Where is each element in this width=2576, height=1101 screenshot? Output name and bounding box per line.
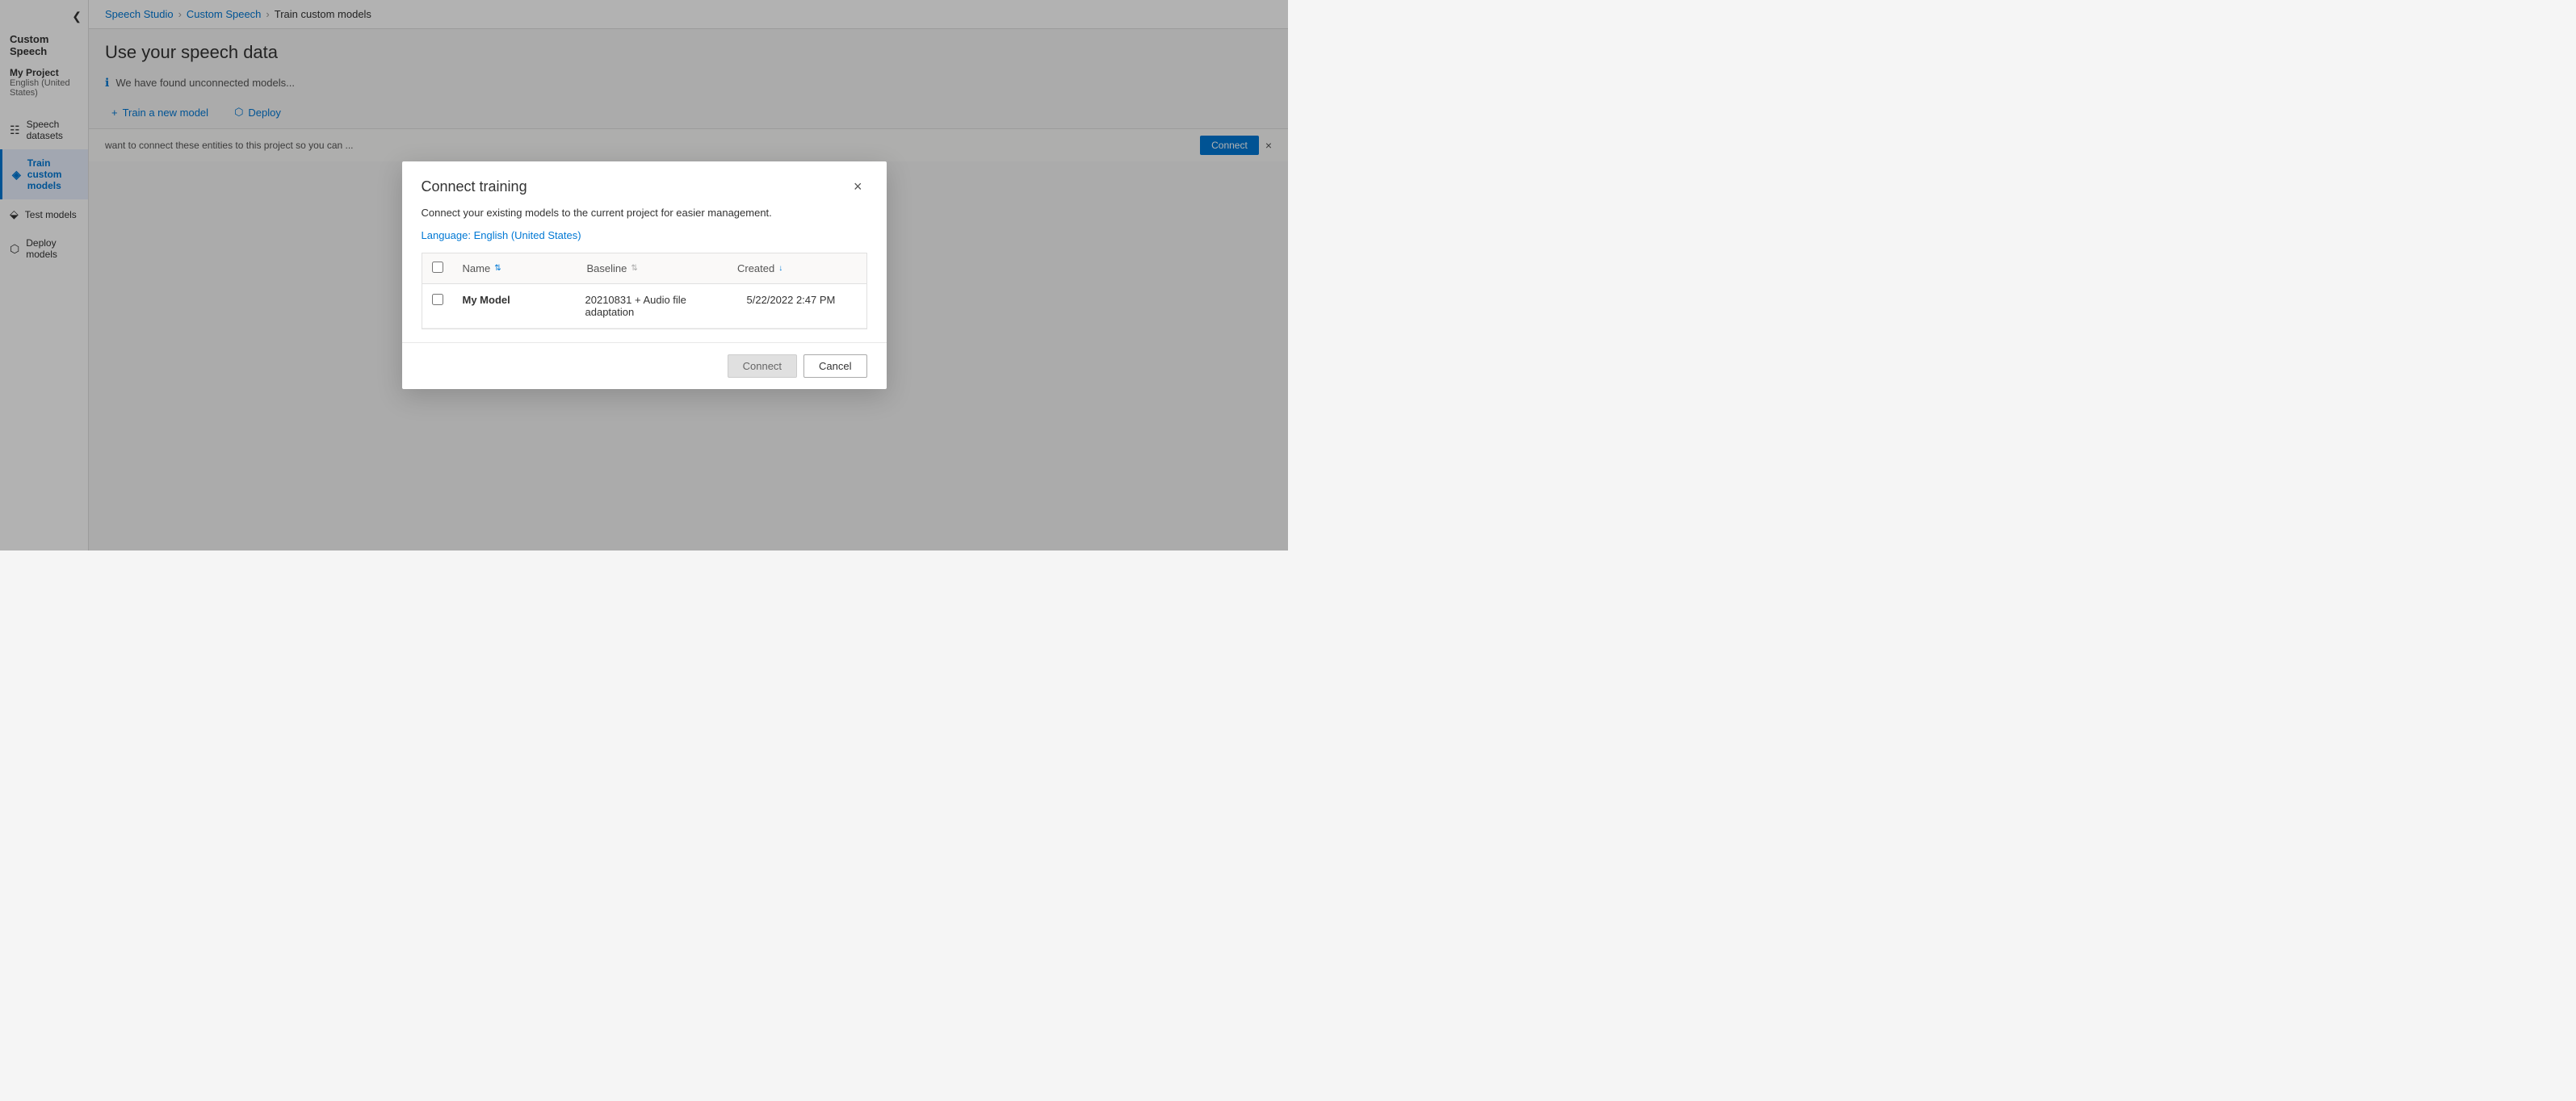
select-all-col [422,253,453,284]
modal-close-btn[interactable]: × [849,178,867,195]
baseline-col-header: Baseline ⇅ [577,253,728,284]
modal-language: Language: English (United States) [422,229,867,241]
language-value: English (United States) [474,229,581,241]
row-created-col: 5/22/2022 2:47 PM [737,284,866,329]
model-baseline: 20210831 + Audio file adaptation [585,294,686,318]
modal-footer: Connect Cancel [402,342,887,389]
modal-table: Name ⇅ Baseline ⇅ [422,253,866,284]
model-name: My Model [463,294,510,306]
modal-header: Connect training × [402,161,887,205]
baseline-sort-icon[interactable]: ⇅ [631,264,637,273]
select-all-checkbox[interactable] [432,262,443,273]
modal-table-body: My Model 20210831 + Audio file adaptatio… [422,284,866,329]
row-select-checkbox[interactable] [432,294,443,305]
created-col-label: Created [737,262,774,274]
row-baseline-col: 20210831 + Audio file adaptation [576,284,737,329]
modal-description: Connect your existing models to the curr… [422,205,867,221]
modal-cancel-btn[interactable]: Cancel [803,354,866,378]
baseline-col-label: Baseline [587,262,627,274]
name-col-label: Name [463,262,491,274]
modal-overlay: Connect training × Connect your existing… [0,0,1288,550]
language-label: Language: [422,229,471,241]
row-name-col: My Model [453,284,576,329]
table-body-scrollable: My Model 20210831 + Audio file adaptatio… [422,284,866,329]
modal-body: Connect your existing models to the curr… [402,205,887,342]
modal-table-container: Name ⇅ Baseline ⇅ [422,253,867,329]
modal-connect-btn[interactable]: Connect [728,354,797,378]
modal-title: Connect training [422,178,527,195]
table-row: My Model 20210831 + Audio file adaptatio… [422,284,866,329]
name-col-header: Name ⇅ [453,253,577,284]
created-col-header: Created ↓ [728,253,866,284]
connect-training-modal: Connect training × Connect your existing… [402,161,887,389]
model-created: 5/22/2022 2:47 PM [747,294,836,306]
name-sort-icon[interactable]: ⇅ [494,264,501,273]
created-sort-icon[interactable]: ↓ [778,264,782,273]
app-container: ❮ Custom Speech My Project English (Unit… [0,0,1288,550]
row-checkbox-col [422,284,453,329]
